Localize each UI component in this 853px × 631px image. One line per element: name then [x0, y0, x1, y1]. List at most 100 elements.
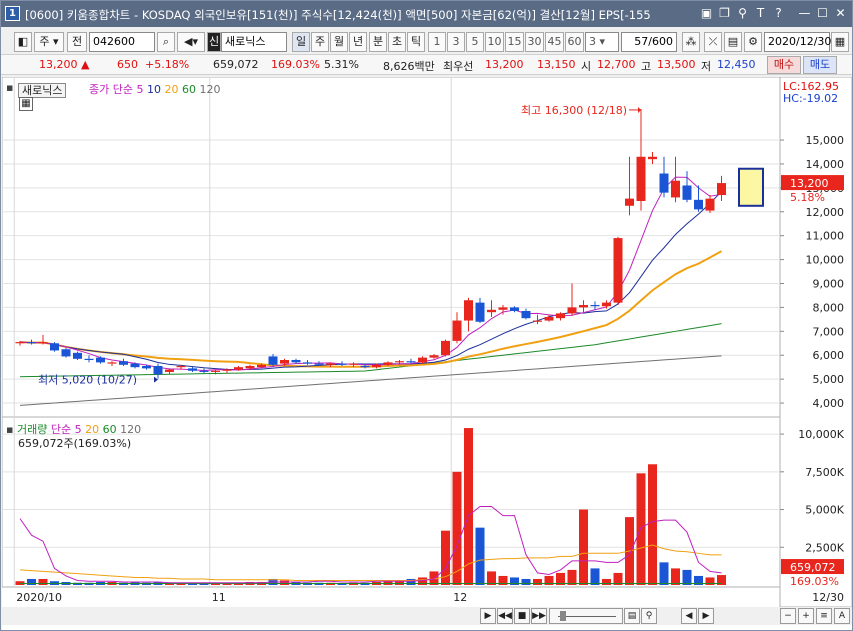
- toolbar: ◧ 주 ▾ 전 042600 ⌕ ◀▾ 신 새로닉스 일 주 월 년 분 초 틱…: [1, 29, 852, 55]
- tab-minute[interactable]: 분: [369, 32, 387, 52]
- plus-icon[interactable]: +: [798, 608, 814, 624]
- candle-body: [372, 364, 381, 368]
- ma20-legend: 20: [164, 83, 179, 96]
- minute-30[interactable]: 30: [525, 32, 544, 52]
- candle-body: [452, 320, 462, 341]
- zoom-slider-thumb[interactable]: [560, 611, 566, 621]
- close-icon[interactable]: ✕: [833, 6, 848, 21]
- volume-bar: [27, 578, 36, 585]
- price-y-label: 15,000: [806, 134, 845, 147]
- up-arrow-icon: ▲: [81, 58, 90, 71]
- scroll-back-icon[interactable]: ◀◀: [497, 608, 513, 624]
- price-y-label: 10,000: [806, 254, 845, 267]
- help-icon[interactable]: ?: [771, 6, 786, 21]
- title-bar: 1 [0600] 키움종합차트 - KOSDAQ 외국인보유[151(천)] 주…: [1, 1, 852, 27]
- stock-label[interactable]: 새로닉스: [18, 83, 67, 98]
- x-axis-label: 2020/10: [16, 591, 62, 604]
- pin-icon[interactable]: ⚲: [735, 6, 750, 21]
- buy-button[interactable]: 매수: [767, 56, 801, 74]
- link-icon[interactable]: ▣: [699, 6, 714, 21]
- calendar-icon[interactable]: ▦: [831, 32, 849, 52]
- minute-1[interactable]: 1: [428, 32, 446, 52]
- volume-bar: [590, 568, 600, 585]
- forecast-box: [738, 167, 764, 207]
- date-input[interactable]: 2020/12/30: [764, 32, 831, 52]
- candle-body: [96, 357, 105, 363]
- align-icon[interactable]: ≡: [816, 608, 832, 624]
- candle-body: [257, 364, 266, 368]
- candle-body: [648, 156, 657, 160]
- layout-icon[interactable]: ◧: [14, 32, 32, 52]
- zoom-out-icon[interactable]: ▤: [624, 608, 640, 624]
- stock-code-input[interactable]: 042600: [89, 32, 155, 52]
- tab-month[interactable]: 월: [330, 32, 348, 52]
- candle-body: [579, 305, 588, 308]
- sell-button[interactable]: 매도: [803, 56, 837, 74]
- grid-toggle-icon[interactable]: ▦: [19, 97, 33, 111]
- minimize-icon[interactable]: —: [797, 6, 812, 21]
- current-price: 13,200: [39, 58, 78, 71]
- scroll-right-end-icon[interactable]: ▶: [698, 608, 714, 624]
- save-icon[interactable]: ▤: [724, 32, 742, 52]
- candle-body: [418, 357, 427, 363]
- scroll-right-icon[interactable]: ▶: [480, 608, 496, 624]
- search-icon[interactable]: ⌕: [157, 32, 175, 52]
- copy-icon[interactable]: ❐: [717, 6, 732, 21]
- candle-body: [61, 349, 71, 357]
- volume-ratio: 169.03%: [271, 58, 320, 71]
- stop-icon[interactable]: ■: [514, 608, 530, 624]
- tab-year[interactable]: 년: [349, 32, 367, 52]
- minute-60[interactable]: 60: [565, 32, 584, 52]
- candle-body: [326, 363, 335, 365]
- low-price: 12,450: [717, 58, 756, 71]
- tab-tick[interactable]: 틱: [407, 32, 425, 52]
- page-count-field[interactable]: 57/600: [621, 32, 677, 52]
- x-axis-label: 12: [453, 591, 467, 604]
- candle-body: [682, 185, 692, 200]
- volume-bar: [464, 428, 473, 585]
- best-ask: 13,200: [485, 58, 524, 71]
- tab-second[interactable]: 초: [388, 32, 406, 52]
- candle-body: [429, 355, 439, 358]
- sound-icon[interactable]: ◀▾: [177, 32, 205, 52]
- price-y-label: 12,000: [806, 206, 845, 219]
- interval-value: 3: [589, 35, 596, 48]
- minute-15[interactable]: 15: [505, 32, 524, 52]
- font-icon[interactable]: T: [753, 6, 768, 21]
- prev-select-button[interactable]: 전: [67, 32, 87, 52]
- candle-body: [498, 307, 508, 310]
- tab-week[interactable]: 주: [311, 32, 329, 52]
- app-icon[interactable]: 1: [5, 6, 20, 21]
- panel-dots-icon: ▪: [6, 81, 14, 94]
- minute-10[interactable]: 10: [485, 32, 504, 52]
- tab-day[interactable]: 일: [292, 32, 310, 52]
- candle-body: [556, 313, 565, 319]
- volume-bar: [636, 473, 646, 585]
- interval-select[interactable]: 3 ▾: [585, 32, 619, 52]
- zoom-range-icon[interactable]: ⚲: [641, 608, 657, 624]
- minute-45[interactable]: 45: [545, 32, 564, 52]
- candle-body: [567, 307, 577, 314]
- candle-body: [671, 180, 680, 198]
- scroll-forward-icon[interactable]: ▶▶: [531, 608, 547, 624]
- indicator-icon[interactable]: ⁂: [682, 32, 700, 52]
- zoom-slider[interactable]: [549, 608, 623, 624]
- minute-3[interactable]: 3: [447, 32, 465, 52]
- candle-body: [222, 369, 232, 371]
- quote-bar: 13,200 ▲ 650 +5.18% 659,072 169.03% 5.31…: [1, 55, 852, 75]
- minus-icon[interactable]: −: [780, 608, 796, 624]
- text-icon[interactable]: A: [834, 608, 850, 624]
- period-select[interactable]: 주 ▾: [34, 32, 64, 52]
- scroll-left-end-icon[interactable]: ◀: [681, 608, 697, 624]
- window-title: [0600] 키움종합차트 - KOSDAQ 외국인보유[151(천)] 주식수…: [25, 8, 651, 22]
- volume-bar: [521, 578, 531, 585]
- gear-icon[interactable]: ⚙: [744, 32, 762, 52]
- candle-body: [27, 342, 36, 344]
- price-panel-legend: ▪ 새로닉스 종가 단순 5 10 20 60 120: [6, 81, 220, 98]
- drawing-icon[interactable]: ⤫: [704, 32, 722, 52]
- stock-name-field[interactable]: 새로닉스: [221, 32, 287, 52]
- maximize-icon[interactable]: ☐: [815, 6, 830, 21]
- candle-body: [280, 360, 289, 364]
- minute-5[interactable]: 5: [466, 32, 484, 52]
- chart-area[interactable]: 15,00014,00013,00012,00011,00010,0009,00…: [2, 77, 852, 630]
